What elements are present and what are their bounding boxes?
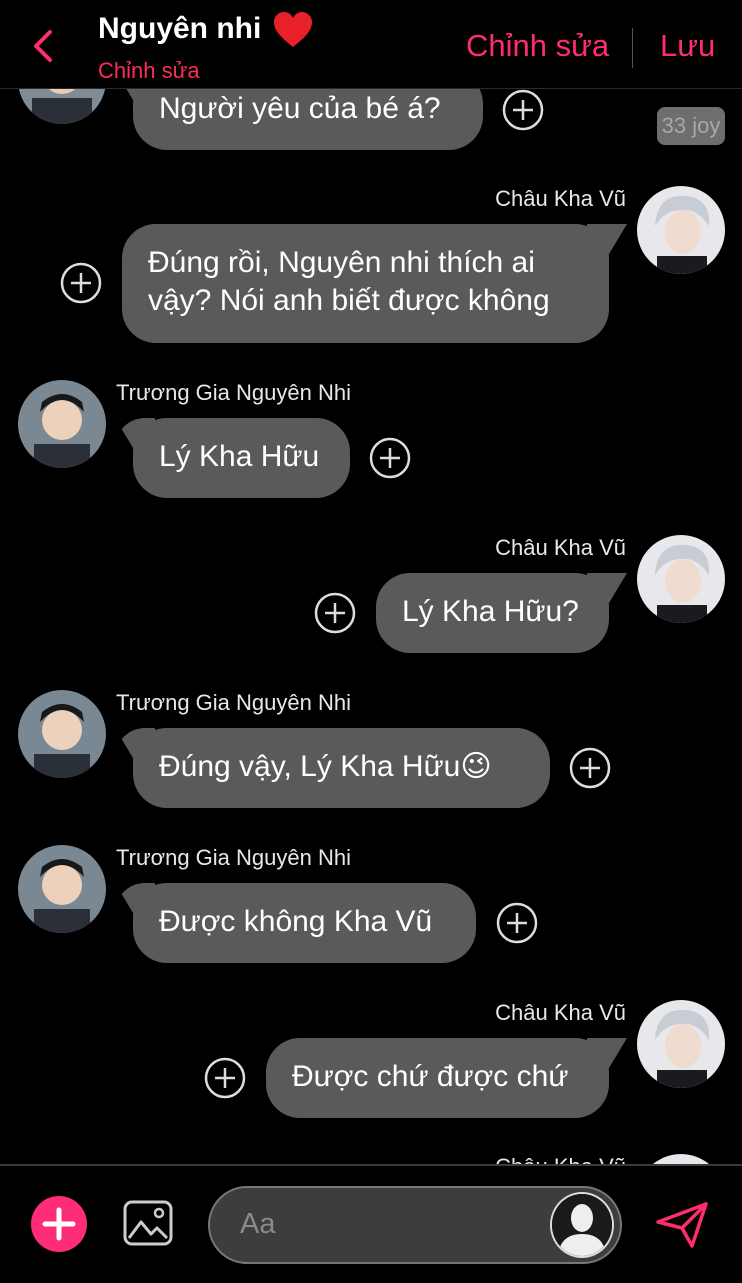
message-bubble[interactable]: Lý Kha Hữu bbox=[133, 418, 350, 498]
avatar[interactable] bbox=[18, 845, 106, 933]
add-button[interactable] bbox=[31, 1196, 87, 1252]
header-divider bbox=[632, 28, 633, 68]
reaction-badge: 33 joy bbox=[657, 107, 725, 145]
chat-title: Nguyên nhi bbox=[98, 12, 262, 45]
sender-name: Trương Gia Nguyên Nhi bbox=[116, 380, 351, 405]
sender-name: Châu Kha Vũ bbox=[495, 1154, 626, 1164]
plus-circle-icon[interactable] bbox=[569, 747, 611, 789]
plus-circle-icon[interactable] bbox=[60, 262, 102, 304]
edit-button[interactable]: Chỉnh sửa bbox=[466, 28, 609, 64]
message-input[interactable]: Aa bbox=[208, 1186, 622, 1264]
message-bubble[interactable]: Người yêu của bé á? bbox=[133, 88, 483, 150]
avatar[interactable] bbox=[637, 535, 725, 623]
persona-avatar[interactable] bbox=[550, 1192, 614, 1258]
message-bubble[interactable]: Đúng rồi, Nguyên nhi thích ai vậy? Nói a… bbox=[122, 224, 609, 343]
sender-name: Châu Kha Vũ bbox=[495, 535, 626, 560]
user-silhouette-icon bbox=[552, 1194, 612, 1256]
message-bubble[interactable]: Được chứ được chứ bbox=[266, 1038, 609, 1118]
chevron-left-icon[interactable] bbox=[28, 28, 60, 64]
image-icon[interactable] bbox=[123, 1200, 173, 1246]
heart-icon bbox=[274, 12, 312, 47]
send-icon[interactable] bbox=[654, 1200, 710, 1250]
message-bubble[interactable]: Lý Kha Hữu? bbox=[376, 573, 609, 653]
avatar[interactable] bbox=[637, 1000, 725, 1088]
plus-circle-icon[interactable] bbox=[369, 437, 411, 479]
avatar[interactable] bbox=[637, 1154, 725, 1164]
message-bubble[interactable]: Được không Kha Vũ bbox=[133, 883, 476, 963]
avatar[interactable] bbox=[18, 380, 106, 468]
sender-name: Trương Gia Nguyên Nhi bbox=[116, 845, 351, 870]
avatar[interactable] bbox=[18, 690, 106, 778]
sender-name: Trương Gia Nguyên Nhi bbox=[116, 690, 351, 715]
plus-icon bbox=[42, 1207, 76, 1241]
message-text: Đúng vậy, Lý Kha Hữu bbox=[159, 750, 461, 783]
input-placeholder: Aa bbox=[240, 1208, 276, 1240]
plus-circle-icon[interactable] bbox=[496, 902, 538, 944]
composer-bar: Aa bbox=[0, 1164, 742, 1283]
plus-circle-icon[interactable] bbox=[502, 89, 544, 131]
save-button[interactable]: Lưu bbox=[660, 28, 715, 64]
chat-header: Nguyên nhi Chỉnh sửa Chỉnh sửa Lưu bbox=[0, 0, 742, 89]
sender-name: Châu Kha Vũ bbox=[495, 1000, 626, 1025]
chat-area[interactable]: Người yêu của bé á? 33 joy Châu Kha Vũ Đ… bbox=[0, 88, 742, 1164]
message-line: Đúng rồi, Nguyên nhi thích ai bbox=[148, 246, 535, 279]
plus-circle-icon[interactable] bbox=[314, 592, 356, 634]
chat-subtitle: Chỉnh sửa bbox=[98, 58, 200, 83]
avatar[interactable] bbox=[18, 88, 106, 124]
message-bubble[interactable]: Đúng vậy, Lý Kha Hữu😉 bbox=[133, 728, 550, 808]
avatar[interactable] bbox=[637, 186, 725, 274]
message-line: vậy? Nói anh biết được không bbox=[148, 284, 550, 317]
wink-emoji: 😉 bbox=[460, 750, 492, 783]
plus-circle-icon[interactable] bbox=[204, 1057, 246, 1099]
sender-name: Châu Kha Vũ bbox=[495, 186, 626, 211]
